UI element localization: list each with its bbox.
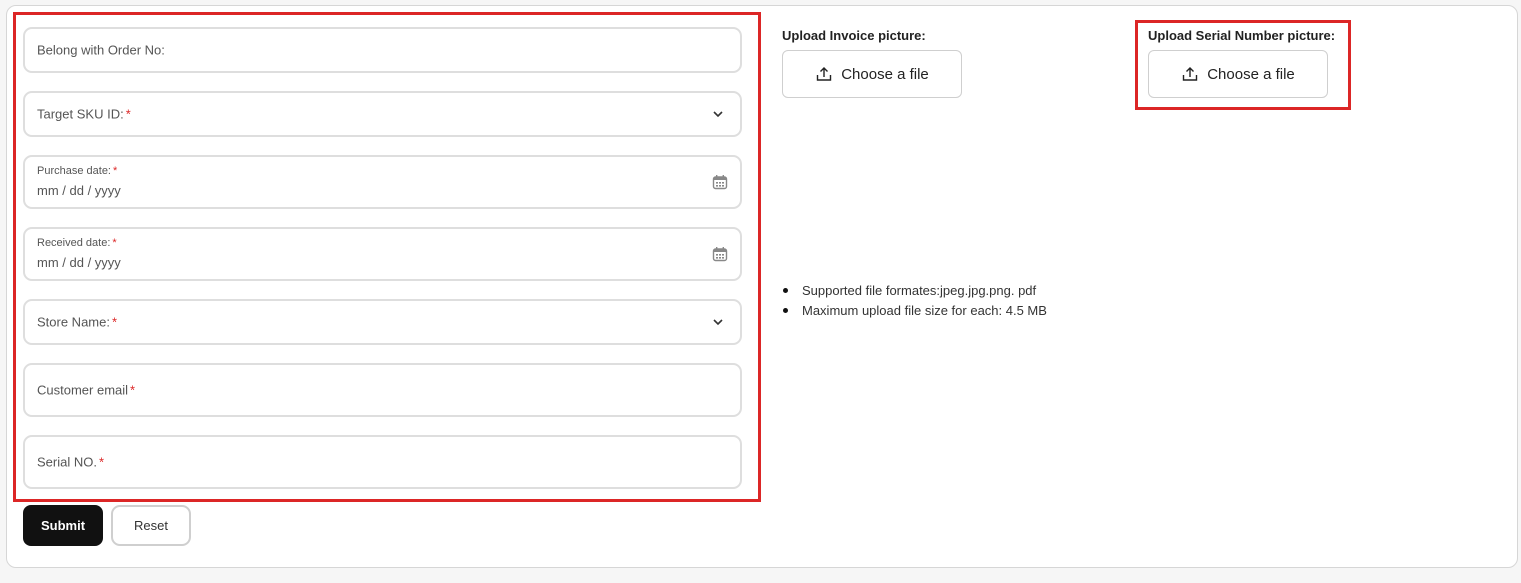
- list-item: Maximum upload file size for each: 4.5 M…: [782, 301, 1047, 321]
- upload-invoice-title: Upload Invoice picture:: [782, 28, 926, 43]
- serial-upload-highlight-box: [1135, 20, 1351, 110]
- list-item: Supported file formates:jpeg.jpg.png. pd…: [782, 281, 1047, 301]
- submit-button[interactable]: Submit: [23, 505, 103, 546]
- upload-invoice-button[interactable]: Choose a file: [782, 50, 962, 98]
- upload-invoice-label: Choose a file: [841, 65, 929, 83]
- reset-button[interactable]: Reset: [111, 505, 191, 546]
- upload-icon: [817, 67, 832, 81]
- upload-notes-list: Supported file formates:jpeg.jpg.png. pd…: [782, 281, 1047, 321]
- form-highlight-box: [13, 12, 761, 502]
